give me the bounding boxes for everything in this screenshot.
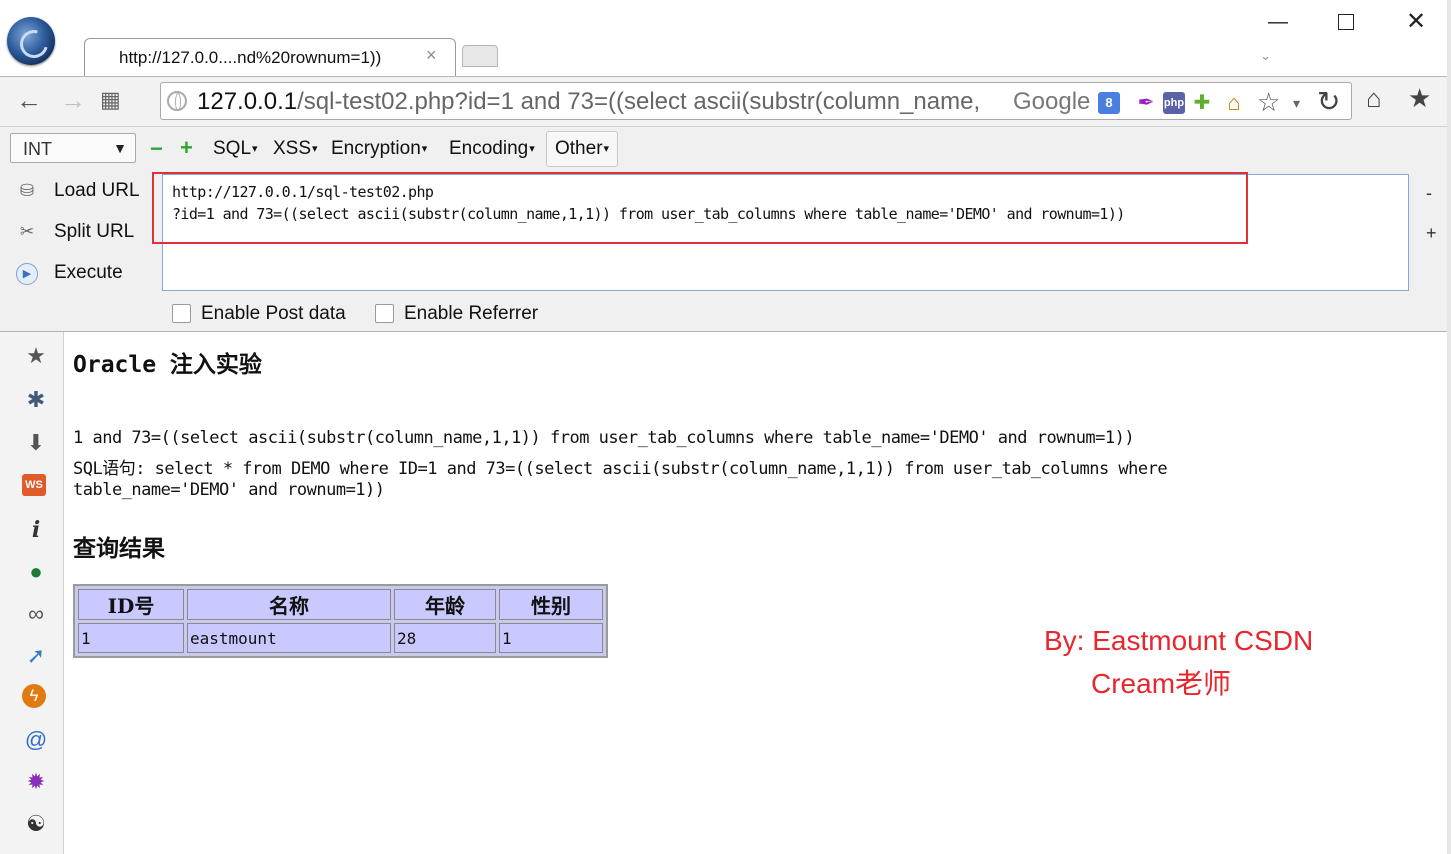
execute-icon: ▶ [16,263,38,285]
star-icon[interactable]: ★ [22,342,50,370]
puzzle-icon[interactable]: ✱ [22,386,50,414]
home-icon[interactable]: ⌂ [1366,83,1382,114]
menu-encryption[interactable]: Encryption [331,138,427,160]
col-header-gender: 性别 [499,589,603,620]
load-url-label: Load URL [54,180,140,201]
menu-encoding[interactable]: Encoding [449,138,535,160]
menu-xss[interactable]: XSS [273,138,318,160]
split-url-icon: ✂ [19,222,35,241]
window-right-edge [1447,0,1451,854]
cell-gender: 1 [499,623,603,653]
url-text-line-1: http://127.0.0.1/sql-test02.php [172,183,434,201]
globe-icon [167,91,187,111]
tab-active[interactable]: http://127.0.0....nd%20rownum=1)) × [84,38,456,78]
address-text[interactable]: 127.0.0.1/sql-test02.php?id=1 and 73=((s… [197,88,1097,116]
enable-post-label: Enable Post data [201,303,346,324]
type-select-value: INT [23,139,52,159]
back-button[interactable]: ← [16,85,42,115]
title-bar: http://127.0.0....nd%20rownum=1)) × — ✕ … [0,0,1451,78]
sql-statement-line-2: table_name='DEMO' and rownum=1)) [73,480,385,500]
forward-button[interactable]: → [60,85,86,115]
reload-icon[interactable]: ↻ [1317,85,1340,118]
menu-other[interactable]: Other [546,131,619,167]
watermark-author: By: Eastmount CSDN [1044,625,1314,656]
navigation-toolbar: ← → ▦ 127.0.0.1/sql-test02.php?id=1 and … [0,76,1451,126]
new-tab-button[interactable] [462,45,498,67]
checkbox-box[interactable] [172,304,191,323]
address-path: /sql-test02.php?id=1 and 73=((select asc… [297,88,981,115]
palette-icon[interactable]: ☯ [22,810,50,838]
bookmark-star-icon[interactable]: ☆ [1257,87,1280,118]
tab-close-icon[interactable]: × [426,45,437,66]
page-content: Oracle 注入实验 1 and 73=((select ascii(subs… [64,333,1451,854]
house-extension-icon[interactable]: ⌂ [1223,92,1245,114]
extension-sidebar: ★ ✱ ⬇ WS i ● ∞ ➚ ϟ @ ✹ ☯ [0,332,64,854]
address-bar[interactable]: 127.0.0.1/sql-test02.php?id=1 and 73=((s… [160,82,1352,120]
page-title: Oracle 注入实验 [73,352,262,378]
sql-statement-line-1: SQL语句: select * from DEMO where ID=1 and… [73,459,1168,479]
lightning-icon[interactable]: ϟ [22,684,46,708]
bookmark-dropdown-icon[interactable]: ▾ [1293,95,1300,112]
browser-logo-icon [7,17,55,65]
decrement-button[interactable]: − [150,136,163,162]
increment-button[interactable]: + [180,135,193,161]
address-host: 127.0.0.1 [197,88,298,115]
close-window-button[interactable]: ✕ [1396,8,1436,36]
bug-icon[interactable]: ✹ [22,768,50,796]
hackbar-panel: INT ▼ − + SQL XSS Encryption Encoding Ot… [0,126,1451,332]
execute-button[interactable]: ▶ Execute [12,259,152,289]
result-table: ID号 名称 年龄 性别 1 eastmount 28 1 [73,584,608,658]
checkbox-box[interactable] [375,304,394,323]
puzzle-extension-icon[interactable]: ✚ [1191,92,1213,114]
col-header-age: 年龄 [394,589,496,620]
menu-sql[interactable]: SQL [213,138,258,160]
type-select[interactable]: INT ▼ [10,133,136,163]
load-url-button[interactable]: ⛁ Load URL [12,177,152,207]
split-url-label: Split URL [54,221,135,242]
maximize-icon [1338,14,1354,30]
url-textarea[interactable]: http://127.0.0.1/sql-test02.php ?id=1 an… [162,174,1409,291]
green-ball-icon[interactable]: ● [22,558,50,586]
cursor-icon[interactable]: ➚ [22,642,50,670]
load-url-icon: ⛁ [19,181,35,200]
expand-button[interactable]: + [1426,223,1437,244]
table-header-row: ID号 名称 年龄 性别 [78,589,603,620]
link-icon[interactable]: ∞ [22,600,50,628]
g8-extension-icon[interactable]: 8 [1098,92,1120,114]
query-text: 1 and 73=((select ascii(substr(column_na… [73,428,1135,448]
cell-age: 28 [394,623,496,653]
col-header-name: 名称 [187,589,391,620]
enable-referrer-label: Enable Referrer [404,303,539,324]
result-heading: 查询结果 [73,535,165,561]
cell-id: 1 [78,623,184,653]
chevron-down-icon: ▼ [113,140,127,156]
col-header-id: ID号 [78,589,184,620]
tab-list-chevron-icon[interactable]: ⌄ [1260,48,1271,64]
download-icon[interactable]: ⬇ [22,429,50,457]
php-extension-icon[interactable]: php [1163,92,1185,114]
search-engine-label[interactable]: Google [1013,88,1090,116]
tab-title: http://127.0.0....nd%20rownum=1)) [119,48,382,67]
speed-dial-icon[interactable]: ▦ [100,85,121,115]
watermark-teacher: Cream老师 [1091,668,1232,699]
maximize-button[interactable] [1326,8,1366,36]
minimize-button[interactable]: — [1258,8,1298,36]
table-row: 1 eastmount 28 1 [78,623,603,653]
ws-icon[interactable]: WS [22,474,46,496]
cell-name: eastmount [187,623,391,653]
split-url-button[interactable]: ✂ Split URL [12,218,152,248]
bookmarks-icon[interactable]: ★ [1408,83,1431,114]
quill-extension-icon[interactable]: ✒ [1135,92,1157,114]
snail-icon[interactable]: @ [22,726,50,754]
url-text-line-2: ?id=1 and 73=((select ascii(substr(colum… [172,205,1125,223]
execute-label: Execute [54,262,123,283]
shrink-button[interactable]: - [1426,183,1432,204]
info-icon[interactable]: i [22,516,50,544]
